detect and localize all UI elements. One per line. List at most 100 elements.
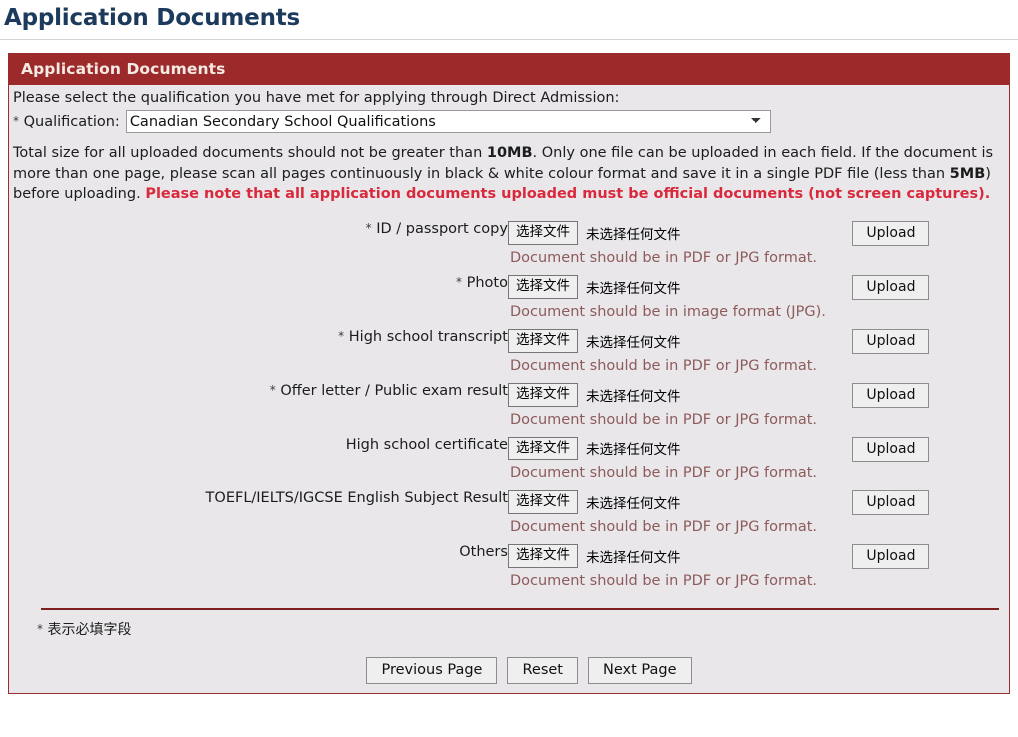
next-page-button[interactable]: Next Page: [588, 657, 692, 685]
choose-file-button[interactable]: 选择文件: [507, 221, 578, 245]
document-upload-table: * ID / passport copy 选择文件 未选择任何文件 Document …: [9, 221, 1009, 598]
document-label: Offer letter / Public exam result: [280, 382, 508, 399]
document-action-cell: Upload: [852, 274, 1009, 329]
selected-file-name: 未选择任何文件: [585, 550, 681, 567]
document-label-cell: * High school transcript: [9, 329, 508, 383]
format-hint: Document should be in PDF or JPG format.: [509, 465, 818, 482]
notice-warning-text: Please note that all application documen…: [145, 186, 991, 203]
document-field-cell: 选择文件 未选择任何文件 Document should be in image f…: [507, 274, 852, 329]
selected-file-name: 未选择任何文件: [585, 226, 681, 243]
document-field-cell: 选择文件 未选择任何文件 Document should be in PDF or …: [507, 221, 852, 275]
document-action-cell: Upload: [852, 544, 1009, 598]
document-upload-row: TOEFL/IELTS/IGCSE English Subject Result…: [9, 490, 1009, 544]
notice-max-total-size: 10MB: [486, 145, 533, 162]
format-hint: Document should be in PDF or JPG format.: [509, 519, 818, 536]
required-asterisk-icon: *: [13, 113, 19, 128]
required-asterisk-icon: *: [338, 328, 345, 343]
document-label-cell: * Photo: [9, 275, 508, 329]
upload-button[interactable]: Upload: [852, 436, 930, 462]
document-upload-row: * ID / passport copy 选择文件 未选择任何文件 Document …: [9, 221, 1009, 275]
choose-file-button[interactable]: 选择文件: [507, 328, 578, 353]
format-hint: Document should be in image format (JPG)…: [509, 303, 826, 320]
page-title-text: Application Documents: [4, 5, 301, 31]
document-label-cell: TOEFL/IELTS/IGCSE English Subject Result: [9, 490, 508, 544]
application-documents-panel: Application Documents Please select the …: [8, 52, 1010, 695]
choose-file-button[interactable]: 选择文件: [507, 490, 578, 515]
document-label-cell: * ID / passport copy: [9, 221, 508, 275]
format-hint: Document should be in PDF or JPG format.: [509, 249, 818, 266]
qualification-row: * Qualification: Canadian Secondary Scho…: [9, 108, 1009, 134]
selected-file-name: 未选择任何文件: [585, 442, 681, 459]
file-input-6[interactable]: 选择文件 未选择任何文件: [507, 544, 681, 569]
document-label: ID / passport copy: [376, 221, 508, 238]
qualification-select[interactable]: Canadian Secondary School Qualifications: [125, 110, 771, 134]
required-asterisk-icon: *: [365, 221, 372, 236]
navigation-button-row: Previous Page Reset Next Page: [49, 639, 1009, 693]
document-action-cell: Upload: [852, 221, 1009, 275]
required-asterisk-icon: *: [455, 274, 462, 289]
previous-page-button[interactable]: Previous Page: [366, 657, 498, 685]
document-action-cell: Upload: [852, 382, 1009, 437]
notice-part-1: Total size for all uploaded documents sh…: [13, 145, 487, 162]
document-field-cell: 选择文件 未选择任何文件 Document should be in PDF or …: [507, 544, 852, 598]
upload-button[interactable]: Upload: [852, 382, 930, 408]
format-hint: Document should be in PDF or JPG format.: [509, 411, 818, 428]
document-field-cell: 选择文件 未选择任何文件 Document should be in PDF or …: [507, 328, 852, 383]
document-action-cell: Upload: [852, 436, 1009, 491]
title-divider: [0, 38, 1018, 40]
choose-file-button[interactable]: 选择文件: [507, 274, 578, 299]
document-upload-row: * Photo 选择文件 未选择任何文件 Document should be in …: [9, 274, 1009, 329]
upload-button[interactable]: Upload: [852, 274, 930, 300]
document-field-cell: 选择文件 未选择任何文件 Document should be in PDF or …: [507, 490, 852, 544]
document-upload-row: * Offer letter / Public exam result 选择文件未…: [9, 382, 1009, 437]
required-fields-note: * 表示必填字段: [9, 610, 1009, 639]
format-hint: Document should be in PDF or JPG format.: [509, 357, 818, 374]
document-label-cell: * Offer letter / Public exam result: [9, 383, 508, 437]
required-asterisk-icon: *: [37, 622, 43, 637]
selected-file-name: 未选择任何文件: [585, 388, 681, 405]
document-field-cell: 选择文件 未选择任何文件 Document should be in PDF or …: [507, 436, 852, 491]
qualification-label: * Qualification:: [13, 114, 126, 130]
document-label: Others: [459, 544, 508, 561]
upload-button[interactable]: Upload: [852, 328, 930, 354]
file-input-4[interactable]: 选择文件 未选择任何文件: [507, 436, 681, 461]
document-field-cell: 选择文件 未选择任何文件 Document should be in PDF or …: [507, 382, 852, 437]
required-fields-note-text: 表示必填字段: [47, 622, 132, 639]
file-input-1[interactable]: 选择文件 未选择任何文件: [507, 274, 681, 299]
file-input-3[interactable]: 选择文件 未选择任何文件: [507, 382, 681, 407]
file-input-0[interactable]: 选择文件 未选择任何文件: [507, 221, 681, 245]
choose-file-button[interactable]: 选择文件: [507, 544, 578, 569]
document-action-cell: Upload: [852, 490, 1009, 544]
choose-file-button[interactable]: 选择文件: [507, 382, 578, 407]
document-label: TOEFL/IELTS/IGCSE English Subject Result: [205, 490, 508, 507]
document-label: High school transcript: [348, 328, 508, 345]
document-upload-row: High school certificate 选择文件 未选择任何文件 Docume…: [9, 436, 1009, 491]
panel-header: Application Documents: [9, 53, 1009, 85]
upload-button[interactable]: Upload: [852, 221, 930, 247]
page-title: Application Documents: [0, 0, 1018, 40]
document-upload-row: Others 选择文件 未选择任何文件 Document should be in P…: [9, 544, 1009, 598]
upload-button[interactable]: Upload: [852, 544, 930, 570]
reset-button[interactable]: Reset: [507, 657, 578, 685]
selected-file-name: 未选择任何文件: [585, 280, 681, 297]
upload-notice: Total size for all uploaded documents sh…: [9, 133, 1009, 205]
document-upload-row: * High school transcript 选择文件 未选择任何文件 Docum…: [9, 328, 1009, 383]
file-input-5[interactable]: 选择文件 未选择任何文件: [507, 490, 681, 515]
required-asterisk-icon: *: [269, 382, 276, 397]
selected-file-name: 未选择任何文件: [585, 334, 681, 351]
document-label-cell: Others: [9, 544, 508, 598]
document-label: High school certificate: [345, 436, 508, 453]
document-label: Photo: [466, 274, 508, 291]
upload-button[interactable]: Upload: [852, 490, 930, 516]
choose-file-button[interactable]: 选择文件: [507, 436, 578, 461]
document-label-cell: High school certificate: [9, 437, 508, 491]
document-upload-rows: * ID / passport copy 选择文件 未选择任何文件 Document …: [9, 221, 1009, 598]
notice-max-file-size: 5MB: [949, 165, 986, 182]
intro-instruction: Please select the qualification you have…: [13, 89, 620, 106]
format-hint: Document should be in PDF or JPG format.: [509, 573, 818, 590]
document-action-cell: Upload: [852, 328, 1009, 383]
panel-body: Please select the qualification you have…: [9, 84, 1009, 694]
file-input-2[interactable]: 选择文件 未选择任何文件: [507, 328, 681, 353]
qualification-label-text: Qualification:: [23, 113, 120, 130]
selected-file-name: 未选择任何文件: [585, 496, 681, 513]
